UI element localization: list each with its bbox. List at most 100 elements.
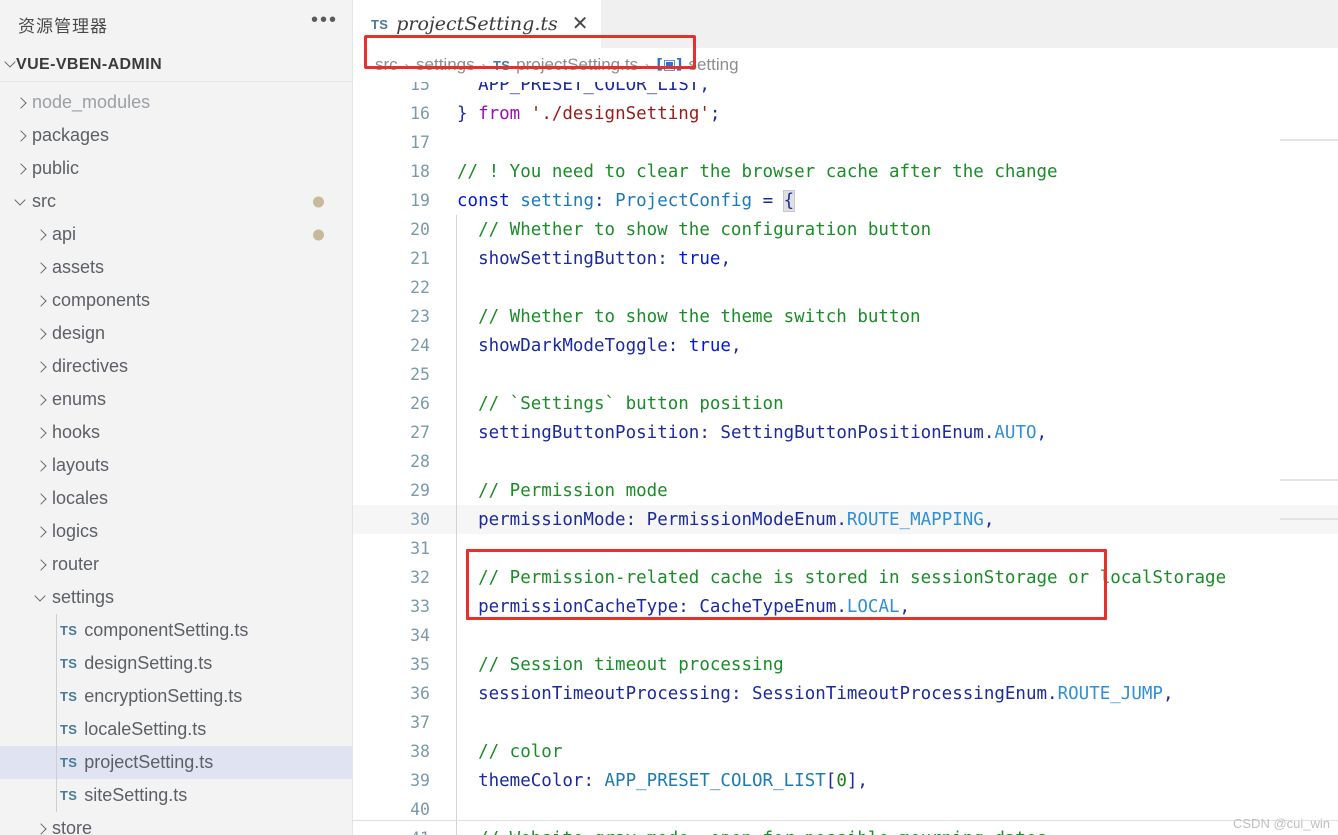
- tree-folder-layouts[interactable]: layouts: [0, 449, 352, 482]
- tree-file-localesetting-ts[interactable]: TS localeSetting.ts: [0, 713, 352, 746]
- code-token: :: [730, 683, 753, 704]
- code-token: .: [836, 509, 847, 530]
- chevron-right-icon[interactable]: [30, 395, 52, 405]
- code-line-25[interactable]: 25: [353, 360, 1338, 389]
- tree-folder-settings[interactable]: settings: [0, 581, 352, 614]
- code-line-17[interactable]: 17: [353, 128, 1338, 157]
- file-tree[interactable]: node_modules packages public src api assets co…: [0, 82, 352, 835]
- chevron-right-icon[interactable]: [30, 362, 52, 372]
- code-line-23[interactable]: 23 // Whether to show the theme switch b…: [353, 302, 1338, 331]
- tree-folder-locales[interactable]: locales: [0, 482, 352, 515]
- chevron-right-icon[interactable]: [30, 527, 52, 537]
- code-line-36[interactable]: 36 sessionTimeoutProcessing: SessionTime…: [353, 679, 1338, 708]
- code-line-41[interactable]: 41 // Website gray mode, open for possib…: [353, 824, 1338, 835]
- tree-folder-enums[interactable]: enums: [0, 383, 352, 416]
- code-line-29[interactable]: 29 // Permission mode: [353, 476, 1338, 505]
- code-line-16[interactable]: 16} from './designSetting';: [353, 99, 1338, 128]
- code-token: :: [594, 190, 616, 211]
- code-line-21[interactable]: 21 showSettingButton: true,: [353, 244, 1338, 273]
- tree-folder-hooks[interactable]: hooks: [0, 416, 352, 449]
- code-line-24[interactable]: 24 showDarkModeToggle: true,: [353, 331, 1338, 360]
- code-line-34[interactable]: 34: [353, 621, 1338, 650]
- tree-file-sitesetting-ts[interactable]: TS siteSetting.ts: [0, 779, 352, 812]
- tree-folder-node-modules[interactable]: node_modules: [0, 86, 352, 119]
- code-line-15[interactable]: 15 APP_PRESET_COLOR_LIST,: [353, 82, 1338, 99]
- vscode-window: 资源管理器 ••• VUE-VBEN-ADMIN node_modules pac…: [0, 0, 1338, 835]
- chevron-right-icon[interactable]: [30, 263, 52, 273]
- chevron-right-icon[interactable]: [30, 230, 52, 240]
- chevron-right-icon[interactable]: [30, 461, 52, 471]
- code-line-27[interactable]: 27 settingButtonPosition: SettingButtonP…: [353, 418, 1338, 447]
- tree-folder-components[interactable]: components: [0, 284, 352, 317]
- code-line-38[interactable]: 38 // color: [353, 737, 1338, 766]
- code-line-text: // `Settings` button position: [449, 394, 784, 414]
- tree-folder-store[interactable]: store: [0, 812, 352, 835]
- close-icon[interactable]: ✕: [572, 14, 589, 34]
- code-line-26[interactable]: 26 // `Settings` button position: [353, 389, 1338, 418]
- chevron-right-icon[interactable]: [30, 329, 52, 339]
- tree-item-label: designSetting.ts: [84, 653, 213, 673]
- line-number: 39: [410, 771, 430, 790]
- indent-guide: [456, 621, 457, 650]
- chevron-right-icon[interactable]: [10, 98, 32, 108]
- tree-file-projectsetting-ts[interactable]: TS projectSetting.ts: [0, 746, 352, 779]
- breadcrumb-item-src[interactable]: src: [375, 55, 398, 75]
- workspace-root-row[interactable]: VUE-VBEN-ADMIN: [0, 48, 352, 82]
- code-line-text: showSettingButton: true,: [449, 249, 731, 269]
- breadcrumb-item-projectsetting-ts[interactable]: TS projectSetting.ts: [493, 55, 638, 75]
- code-line-20[interactable]: 20 // Whether to show the configuration …: [353, 215, 1338, 244]
- code-line-37[interactable]: 37: [353, 708, 1338, 737]
- code-token: SettingButtonPositionEnum: [720, 422, 984, 443]
- code-token: ,: [1036, 422, 1048, 443]
- tree-file-encryptionsetting-ts[interactable]: TS encryptionSetting.ts: [0, 680, 352, 713]
- code-line-31[interactable]: 31: [353, 534, 1338, 563]
- chevron-right-icon[interactable]: [10, 164, 32, 174]
- more-actions-icon[interactable]: •••: [311, 10, 338, 33]
- code-line-35[interactable]: 35 // Session timeout processing: [353, 650, 1338, 679]
- code-line-text: // ! You need to clear the browser cache…: [449, 162, 1058, 182]
- tree-folder-api[interactable]: api: [0, 218, 352, 251]
- tree-folder-public[interactable]: public: [0, 152, 352, 185]
- code-line-22[interactable]: 22: [353, 273, 1338, 302]
- tree-folder-logics[interactable]: logics: [0, 515, 352, 548]
- chevron-right-icon[interactable]: [10, 131, 32, 141]
- line-number: 40: [410, 800, 430, 819]
- chevron-right-icon[interactable]: [30, 494, 52, 504]
- breadcrumb-item-setting[interactable]: [▣] setting: [656, 55, 738, 75]
- tree-file-designsetting-ts[interactable]: TS designSetting.ts: [0, 647, 352, 680]
- tree-folder-assets[interactable]: assets: [0, 251, 352, 284]
- tree-folder-design[interactable]: design: [0, 317, 352, 350]
- tree-folder-src[interactable]: src: [0, 185, 352, 218]
- code-line-32[interactable]: 32 // Permission-related cache is stored…: [353, 563, 1338, 592]
- editor-tab-projectsetting[interactable]: TS projectSetting.ts ✕: [353, 0, 602, 48]
- tree-item-label: localeSetting.ts: [84, 719, 207, 739]
- code-line-18[interactable]: 18 // ! You need to clear the browser cac…: [353, 157, 1338, 186]
- tree-item-label: components: [52, 290, 151, 310]
- tree-item-label: store: [52, 818, 93, 835]
- code-line-28[interactable]: 28: [353, 447, 1338, 476]
- breadcrumb[interactable]: src › settings › TS projectSetting.ts › [▣] sett…: [353, 35, 1338, 82]
- code-line-33[interactable]: 33 permissionCacheType: CacheTypeEnum.LO…: [353, 592, 1338, 621]
- chevron-down-icon[interactable]: [30, 593, 52, 603]
- tab-label: projectSetting.ts: [396, 13, 558, 35]
- code-editor[interactable]: 15 APP_PRESET_COLOR_LIST, 16} from './des…: [353, 82, 1338, 835]
- chevron-down-icon[interactable]: [10, 197, 32, 207]
- tree-folder-packages[interactable]: packages: [0, 119, 352, 152]
- tree-file-componentsetting-ts[interactable]: TS componentSetting.ts: [0, 614, 352, 647]
- code-token: true: [678, 248, 721, 269]
- tree-folder-router[interactable]: router: [0, 548, 352, 581]
- code-line-39[interactable]: 39 themeColor: APP_PRESET_COLOR_LIST[0],: [353, 766, 1338, 795]
- chevron-right-icon[interactable]: [30, 824, 52, 834]
- code-token: :: [583, 770, 605, 791]
- line-number: 35: [410, 655, 430, 674]
- code-line-30[interactable]: 30 permissionMode: PermissionModeEnum.RO…: [353, 505, 1338, 534]
- typescript-file-icon: TS: [60, 755, 78, 770]
- chevron-right-icon[interactable]: [30, 428, 52, 438]
- breadcrumb-item-settings[interactable]: settings: [416, 55, 475, 75]
- tree-folder-directives[interactable]: directives: [0, 350, 352, 383]
- chevron-right-icon[interactable]: [30, 560, 52, 570]
- chevron-right-icon[interactable]: [30, 296, 52, 306]
- indent-guide: [56, 746, 57, 779]
- code-line-19[interactable]: 19 const setting: ProjectConfig = {: [353, 186, 1338, 215]
